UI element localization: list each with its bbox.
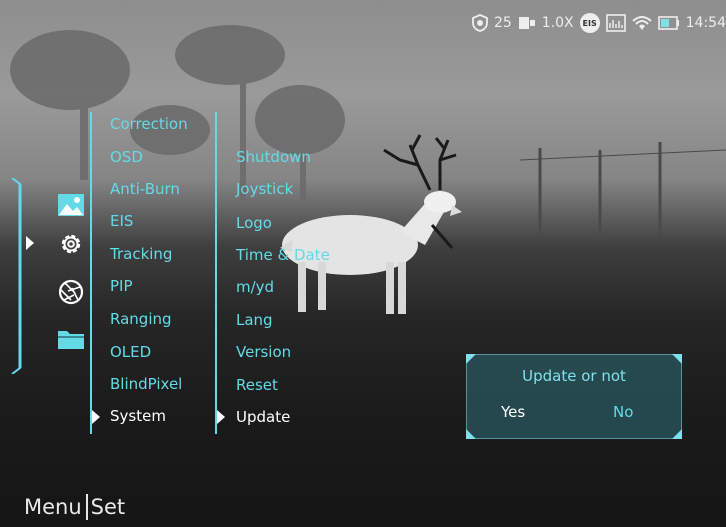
folder-icon	[57, 327, 85, 351]
submenu-item-shutdown[interactable]: Shutdown	[236, 148, 311, 166]
dialog-corner	[466, 429, 476, 439]
thermal-scene	[10, 25, 726, 314]
gear-icon	[58, 231, 84, 257]
shield-value: 25	[493, 15, 512, 31]
menu-item-eis[interactable]: EIS	[110, 212, 133, 230]
submenu-selected-arrow	[217, 410, 225, 424]
menu-item-system[interactable]: System	[110, 407, 166, 425]
submenu-item-time-date[interactable]: Time & Date	[236, 246, 330, 264]
tab-folder[interactable]	[56, 324, 86, 354]
menu-item-anti-burn[interactable]: Anti-Burn	[110, 180, 180, 198]
dialog-corner	[466, 354, 476, 364]
no-button[interactable]: No	[613, 403, 633, 421]
submenu-item-version[interactable]: Version	[236, 343, 291, 361]
tab-image[interactable]	[56, 190, 86, 220]
tab-settings[interactable]	[56, 229, 86, 259]
battery-icon	[657, 16, 680, 30]
eis-badge-label: EIS	[582, 18, 597, 28]
menu-selected-arrow	[92, 410, 100, 424]
submenu-item-logo[interactable]: Logo	[236, 214, 272, 232]
menu-item-blindpixel[interactable]: BlindPixel	[110, 375, 182, 393]
submenu-divider	[215, 112, 217, 434]
clock-time: 14:54	[685, 15, 726, 31]
footer-separator	[85, 494, 88, 520]
shield-icon	[472, 14, 488, 32]
dialog-corner	[672, 354, 682, 364]
sd-card-icon	[605, 14, 626, 32]
menu-item-osd[interactable]: OSD	[110, 148, 143, 166]
menu-item-ranging[interactable]: Ranging	[110, 310, 172, 328]
zoom-level: 1.0X	[541, 15, 574, 31]
submenu-item-reset[interactable]: Reset	[236, 376, 278, 394]
menu-item-correction[interactable]: Correction	[110, 115, 188, 133]
aperture-icon	[58, 279, 84, 305]
status-bar: 25 1.0X EIS 14:54	[472, 8, 726, 38]
dialog-corner	[672, 429, 682, 439]
tab-selected-arrow	[26, 236, 34, 250]
submenu-item-joystick[interactable]: Joystick	[236, 180, 293, 198]
tree-silhouettes	[10, 25, 345, 200]
tab-bar	[10, 178, 90, 374]
update-dialog: Update or not Yes No	[466, 354, 682, 439]
menu-item-tracking[interactable]: Tracking	[110, 245, 172, 263]
ir-lamp-icon	[518, 15, 536, 31]
footer-menu-label: Menu	[24, 495, 82, 519]
footer-hint: Menu Set	[24, 494, 125, 520]
menu-item-oled[interactable]: OLED	[110, 343, 151, 361]
yes-button[interactable]: Yes	[501, 403, 525, 421]
dialog-title: Update or not	[522, 367, 626, 385]
image-icon	[57, 193, 85, 217]
thermal-viewfinder-screen: 25 1.0X EIS 14:54 Correction OSD Anti-Bu…	[0, 0, 726, 527]
menu-item-pip[interactable]: PIP	[110, 277, 133, 295]
eis-badge: EIS	[579, 13, 600, 33]
tab-aperture[interactable]	[56, 277, 86, 307]
menu-divider	[90, 112, 92, 434]
submenu-item-lang[interactable]: Lang	[236, 311, 273, 329]
wifi-icon	[631, 15, 652, 31]
submenu-item-update[interactable]: Update	[236, 408, 290, 426]
submenu-item-units[interactable]: m/yd	[236, 278, 274, 296]
fence	[519, 142, 726, 238]
footer-set-label: Set	[90, 495, 126, 519]
